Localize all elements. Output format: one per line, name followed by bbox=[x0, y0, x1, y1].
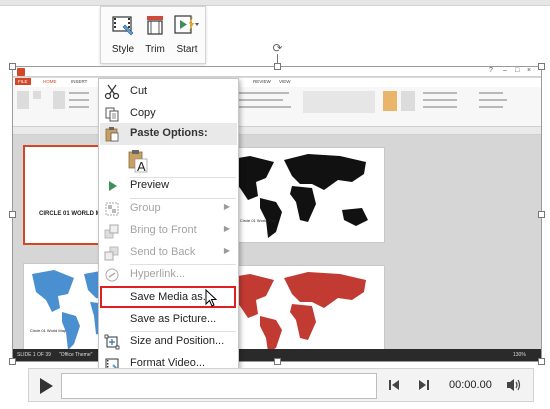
volume-icon[interactable] bbox=[505, 377, 523, 393]
minimize-icon: – bbox=[503, 67, 507, 74]
resize-handle-bc[interactable] bbox=[274, 358, 281, 365]
video-style-icon bbox=[112, 16, 134, 36]
tab-file: FILE bbox=[15, 78, 31, 85]
submenu-arrow-icon: ▶ bbox=[223, 246, 230, 255]
resize-handle-tc[interactable] bbox=[274, 63, 281, 70]
bring-to-front-icon bbox=[104, 224, 119, 239]
menu-item-hyperlink-label: Hyperlink... bbox=[130, 268, 186, 280]
mini-toolbar: Style Trim Start bbox=[100, 6, 206, 64]
resize-handle-tr[interactable] bbox=[538, 63, 545, 70]
maximize-icon: □ bbox=[515, 67, 520, 74]
video-frame[interactable]: ? – □ × FILE HOME INSERT REVIEW VIEW CIR… bbox=[12, 66, 542, 362]
tab-home: HOME bbox=[43, 79, 57, 84]
menu-item-preview[interactable]: Preview bbox=[99, 175, 238, 197]
menu-item-copy[interactable]: Copy bbox=[99, 103, 238, 125]
size-position-icon bbox=[104, 334, 120, 350]
send-to-back-icon bbox=[104, 246, 119, 261]
trim-button[interactable]: Trim bbox=[139, 11, 171, 63]
slide3-caption: Circle 01 World Map bbox=[30, 328, 67, 333]
menu-item-group-label: Group bbox=[130, 202, 161, 214]
play-preview-icon bbox=[109, 181, 117, 191]
style-button[interactable]: Style bbox=[107, 11, 139, 63]
pp-tabs: FILE HOME INSERT REVIEW VIEW bbox=[13, 78, 541, 87]
skip-back-icon[interactable] bbox=[387, 378, 401, 392]
close-icon: × bbox=[527, 67, 532, 74]
zoom-level: 130% bbox=[513, 352, 526, 358]
resize-handle-mr[interactable] bbox=[538, 211, 545, 218]
theme-name: "Office Theme" bbox=[59, 352, 93, 358]
tab-view: VIEW bbox=[279, 79, 291, 84]
paste-text-only-icon: A bbox=[128, 150, 148, 173]
powerpoint-logo-icon bbox=[17, 68, 25, 76]
group-icon bbox=[105, 202, 119, 216]
menu-item-cut-label: Cut bbox=[130, 85, 148, 97]
paste-options-header: Paste Options: bbox=[100, 123, 237, 145]
paste-options-label: Paste Options: bbox=[130, 127, 208, 139]
menu-item-copy-label: Copy bbox=[130, 107, 156, 119]
menu-item-bring-to-front-label: Bring to Front bbox=[130, 224, 197, 236]
start-label: Start bbox=[176, 44, 198, 55]
resize-handle-br[interactable] bbox=[538, 358, 545, 365]
seek-bar[interactable] bbox=[61, 373, 377, 399]
start-button[interactable]: Start bbox=[171, 11, 203, 63]
help-icon: ? bbox=[489, 67, 493, 74]
scissors-icon bbox=[104, 84, 120, 100]
clipboard-icon bbox=[105, 127, 119, 142]
copy-icon bbox=[105, 107, 119, 122]
pp-quick-access bbox=[13, 127, 541, 135]
skip-forward-icon[interactable] bbox=[417, 378, 431, 392]
menu-item-cut[interactable]: Cut bbox=[99, 81, 238, 103]
submenu-arrow-icon: ▶ bbox=[223, 224, 230, 233]
mouse-cursor-icon bbox=[205, 289, 217, 307]
start-playback-icon bbox=[174, 15, 199, 34]
menu-item-send-to-back-label: Send to Back bbox=[130, 246, 196, 258]
context-menu: Cut Copy Paste Options: A Preview Group … bbox=[98, 78, 239, 375]
tab-insert: INSERT bbox=[71, 79, 88, 84]
resize-handle-bl[interactable] bbox=[9, 358, 16, 365]
menu-item-save-as-picture-label: Save as Picture... bbox=[130, 313, 217, 325]
slide-count: SLIDE 1 OF 39 bbox=[17, 352, 51, 358]
pp-workspace: CIRCLE 01 WORLD M Circle 01 World Map Ci… bbox=[13, 135, 541, 353]
menu-item-size-and-position[interactable]: Size and Position... bbox=[99, 331, 238, 353]
playback-time: 00:00.00 bbox=[449, 379, 492, 391]
trim-video-icon bbox=[147, 16, 163, 35]
play-icon[interactable] bbox=[33, 375, 57, 397]
menu-item-bring-to-front[interactable]: Bring to Front ▶ bbox=[99, 220, 238, 242]
menu-item-save-as-picture[interactable]: Save as Picture... bbox=[99, 309, 238, 331]
menu-item-preview-label: Preview bbox=[130, 179, 170, 191]
svg-text:A: A bbox=[137, 159, 146, 173]
menu-item-hyperlink[interactable]: Hyperlink... bbox=[99, 264, 238, 286]
hyperlink-icon bbox=[105, 268, 119, 282]
resize-handle-ml[interactable] bbox=[9, 211, 16, 218]
slide2-caption: Circle 01 World Map bbox=[240, 218, 277, 223]
paste-keep-text-only-button[interactable]: A bbox=[99, 147, 238, 175]
pp-ribbon bbox=[13, 87, 541, 127]
tab-review: REVIEW bbox=[253, 79, 271, 84]
slide1-title: CIRCLE 01 WORLD M bbox=[39, 211, 101, 217]
menu-item-send-to-back[interactable]: Send to Back ▶ bbox=[99, 242, 238, 264]
menu-item-group[interactable]: Group ▶ bbox=[99, 198, 238, 220]
menu-item-size-and-position-label: Size and Position... bbox=[130, 335, 225, 347]
submenu-arrow-icon: ▶ bbox=[223, 202, 230, 211]
resize-handle-tl[interactable] bbox=[9, 63, 16, 70]
top-strip bbox=[0, 0, 550, 6]
media-player-bar: 00:00.00 bbox=[28, 368, 534, 402]
